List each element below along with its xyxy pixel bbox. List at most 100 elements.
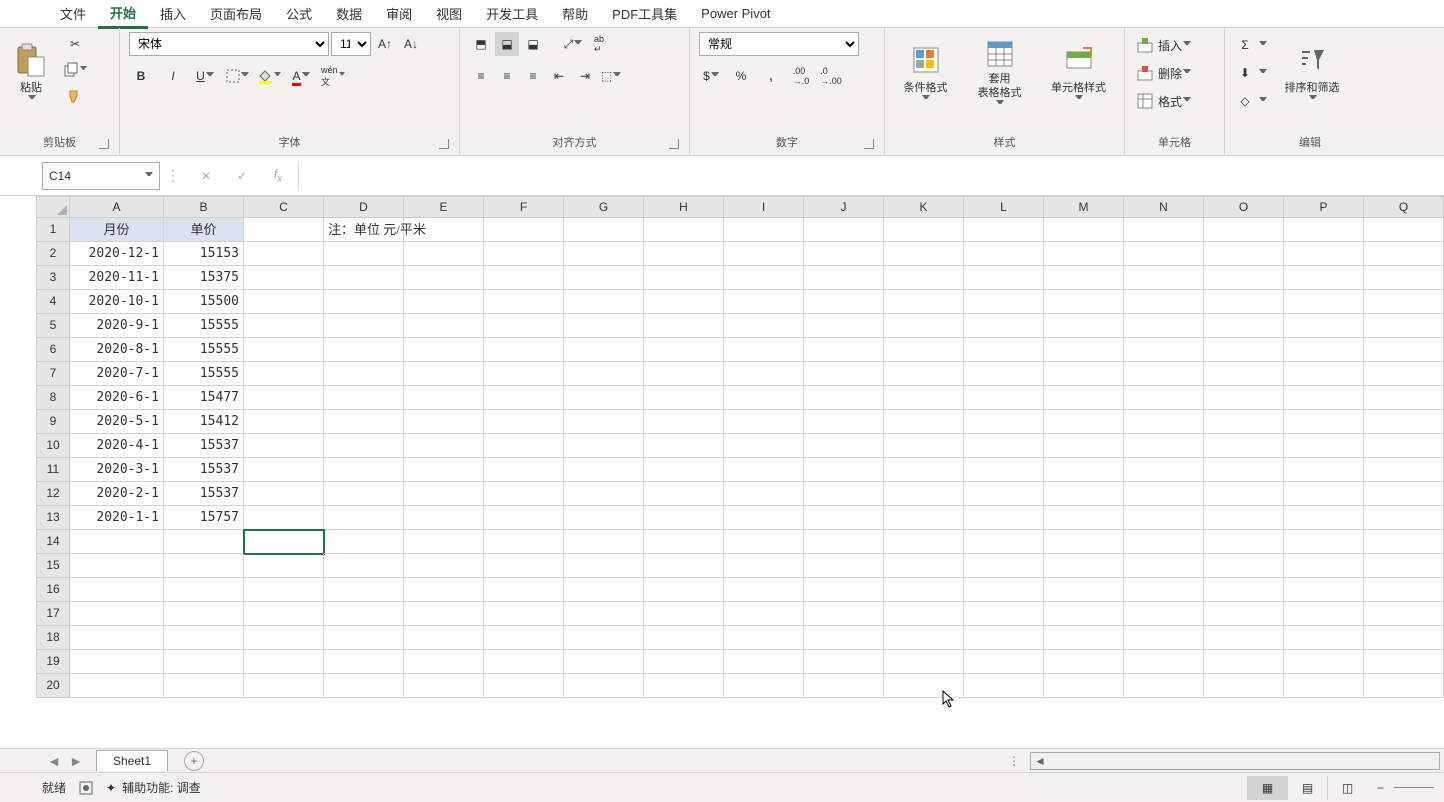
cell[interactable] bbox=[564, 362, 644, 386]
cell[interactable] bbox=[804, 458, 884, 482]
cell[interactable] bbox=[324, 338, 404, 362]
row-header[interactable]: 8 bbox=[36, 386, 70, 410]
column-header[interactable]: N bbox=[1124, 196, 1204, 218]
cell[interactable] bbox=[1044, 458, 1124, 482]
cell[interactable] bbox=[964, 458, 1044, 482]
cell[interactable] bbox=[1204, 578, 1284, 602]
cell[interactable] bbox=[1124, 482, 1204, 506]
cell[interactable] bbox=[244, 530, 324, 554]
cell[interactable] bbox=[404, 506, 484, 530]
cell[interactable] bbox=[1364, 482, 1444, 506]
cell[interactable] bbox=[244, 626, 324, 650]
cell[interactable] bbox=[644, 674, 724, 698]
cell[interactable] bbox=[1364, 386, 1444, 410]
cell[interactable] bbox=[884, 458, 964, 482]
cell[interactable] bbox=[964, 386, 1044, 410]
cell[interactable] bbox=[244, 578, 324, 602]
fill-button[interactable]: ⬇ bbox=[1234, 60, 1269, 86]
cell[interactable] bbox=[1124, 314, 1204, 338]
cell[interactable] bbox=[804, 554, 884, 578]
cell[interactable] bbox=[804, 386, 884, 410]
row-headers[interactable]: 1234567891011121314151617181920 bbox=[36, 218, 70, 698]
cell[interactable] bbox=[1364, 458, 1444, 482]
cell[interactable] bbox=[1204, 362, 1284, 386]
cell[interactable] bbox=[1044, 530, 1124, 554]
cell[interactable] bbox=[1364, 578, 1444, 602]
cell[interactable] bbox=[484, 530, 564, 554]
cell[interactable] bbox=[644, 530, 724, 554]
cell[interactable] bbox=[404, 554, 484, 578]
cell[interactable]: 2020-4-1 bbox=[70, 434, 164, 458]
cell[interactable] bbox=[724, 482, 804, 506]
cell[interactable] bbox=[644, 386, 724, 410]
cell[interactable] bbox=[1204, 674, 1284, 698]
cell[interactable] bbox=[644, 554, 724, 578]
cell[interactable] bbox=[484, 602, 564, 626]
row-header[interactable]: 3 bbox=[36, 266, 70, 290]
cell[interactable] bbox=[884, 290, 964, 314]
cell[interactable] bbox=[324, 506, 404, 530]
tab-insert[interactable]: 插入 bbox=[148, 0, 198, 27]
cell[interactable]: 2020-3-1 bbox=[70, 458, 164, 482]
cell[interactable] bbox=[1364, 674, 1444, 698]
cell[interactable] bbox=[404, 602, 484, 626]
macro-record-icon[interactable] bbox=[78, 780, 94, 796]
cell[interactable] bbox=[804, 362, 884, 386]
cell[interactable] bbox=[1124, 266, 1204, 290]
cell[interactable] bbox=[804, 314, 884, 338]
cell[interactable] bbox=[164, 674, 244, 698]
cell[interactable] bbox=[564, 530, 644, 554]
spreadsheet-grid[interactable]: ABCDEFGHIJKLMNOPQ 1234567891011121314151… bbox=[0, 196, 1444, 744]
cell[interactable] bbox=[964, 482, 1044, 506]
view-normal-button[interactable]: ▦ bbox=[1247, 776, 1287, 800]
cell[interactable] bbox=[644, 650, 724, 674]
dialog-launcher-icon[interactable] bbox=[99, 139, 109, 149]
cell[interactable] bbox=[164, 554, 244, 578]
cell[interactable] bbox=[1124, 674, 1204, 698]
cell[interactable] bbox=[1284, 506, 1364, 530]
cell[interactable] bbox=[1124, 530, 1204, 554]
cell[interactable] bbox=[964, 362, 1044, 386]
column-header[interactable]: H bbox=[644, 196, 724, 218]
cell[interactable] bbox=[1284, 482, 1364, 506]
cell[interactable] bbox=[564, 410, 644, 434]
cell[interactable] bbox=[804, 602, 884, 626]
cell[interactable] bbox=[404, 434, 484, 458]
cell[interactable] bbox=[1364, 314, 1444, 338]
cell[interactable] bbox=[1204, 410, 1284, 434]
font-size-select[interactable]: 11 bbox=[331, 32, 371, 56]
zoom-slider[interactable] bbox=[1394, 787, 1434, 788]
cell[interactable] bbox=[884, 242, 964, 266]
cell[interactable] bbox=[324, 410, 404, 434]
cell[interactable] bbox=[244, 218, 324, 242]
cell[interactable] bbox=[324, 266, 404, 290]
cell[interactable] bbox=[70, 626, 164, 650]
cut-button[interactable]: ✂ bbox=[63, 32, 87, 56]
cell[interactable] bbox=[1124, 218, 1204, 242]
cell[interactable]: 2020-9-1 bbox=[70, 314, 164, 338]
cell[interactable] bbox=[804, 410, 884, 434]
sheet-nav-prev[interactable]: ◄ bbox=[44, 753, 64, 769]
column-header[interactable]: A bbox=[70, 196, 164, 218]
cell[interactable] bbox=[1284, 458, 1364, 482]
cell[interactable] bbox=[484, 578, 564, 602]
row-header[interactable]: 1 bbox=[36, 218, 70, 242]
cell[interactable] bbox=[884, 410, 964, 434]
cell[interactable]: 2020-10-1 bbox=[70, 290, 164, 314]
cell[interactable] bbox=[1124, 242, 1204, 266]
cell[interactable] bbox=[1044, 362, 1124, 386]
accessibility-icon[interactable]: ✦ bbox=[106, 781, 116, 795]
cell[interactable]: 月份 bbox=[70, 218, 164, 242]
cell[interactable] bbox=[564, 242, 644, 266]
cell[interactable] bbox=[724, 506, 804, 530]
cell[interactable] bbox=[1284, 674, 1364, 698]
cell[interactable] bbox=[404, 530, 484, 554]
align-bottom-button[interactable]: ⬓ bbox=[521, 32, 545, 56]
increase-font-button[interactable]: A↑ bbox=[373, 32, 397, 56]
cell[interactable] bbox=[1364, 554, 1444, 578]
tab-powerpivot[interactable]: Power Pivot bbox=[689, 2, 782, 25]
cell[interactable] bbox=[1204, 602, 1284, 626]
tab-review[interactable]: 审阅 bbox=[374, 0, 424, 27]
cell[interactable] bbox=[484, 290, 564, 314]
cell[interactable] bbox=[404, 626, 484, 650]
